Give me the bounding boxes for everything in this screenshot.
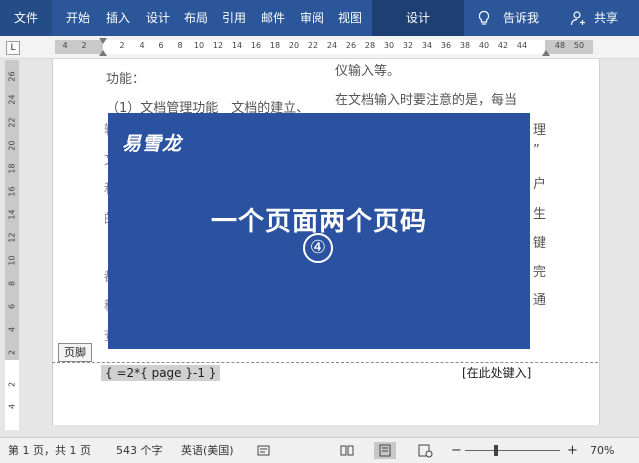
body-text-fragment[interactable]: 生 (533, 203, 546, 222)
status-bar: 第 1 页，共 1 页 543 个字 英语(美国) − + 70% (0, 437, 639, 463)
ruler-tick: 6 (158, 41, 164, 50)
ruler-tick: 32 (402, 41, 414, 50)
tab-layout[interactable]: 布局 (178, 0, 214, 36)
ruler-tick: 16 (250, 41, 262, 50)
ruler-tick: 20 (7, 140, 17, 151)
page-layout-icon (379, 444, 391, 457)
ruler-tick: 28 (364, 41, 376, 50)
footer-boundary (52, 362, 598, 363)
ruler-tick: 18 (269, 41, 281, 50)
body-text-line[interactable]: 功能： (106, 68, 145, 87)
body-text-fragment[interactable]: ” (533, 143, 540, 158)
ruler-tick: 12 (7, 232, 17, 243)
tab-header-footer-design[interactable]: 设计 (372, 0, 464, 36)
ruler-tick: 16 (7, 186, 17, 197)
tab-mailings[interactable]: 邮件 (255, 0, 291, 36)
body-text-fragment[interactable]: 完 (533, 261, 546, 280)
ruler-tick: 36 (440, 41, 452, 50)
ruler-tick: 4 (139, 41, 145, 50)
ruler-tick: 2 (7, 381, 17, 388)
body-text-fragment[interactable]: 通 (533, 289, 546, 308)
ruler-tick: 2 (7, 349, 17, 356)
ruler-tick: 14 (7, 209, 17, 220)
ruler-tick: 40 (478, 41, 490, 50)
tab-selector[interactable]: L (6, 41, 20, 55)
ruler-tick: 10 (7, 255, 17, 266)
ruler-tick: 2 (119, 41, 125, 50)
right-indent-marker[interactable] (542, 50, 550, 56)
step-number-badge: ④ (303, 233, 333, 263)
read-mode-view-button[interactable] (336, 442, 358, 459)
ruler-tick: 26 (7, 71, 17, 82)
zoom-out-button[interactable]: − (451, 438, 462, 463)
tab-insert[interactable]: 插入 (100, 0, 136, 36)
ruler-tick: 30 (383, 41, 395, 50)
horizontal-ruler[interactable]: 4 2 2 4 6 8 10 12 14 16 18 20 22 24 26 2… (55, 38, 593, 56)
ruler-tick: 18 (7, 163, 17, 174)
body-text-fragment[interactable]: 户 (533, 173, 546, 192)
ruler-tick: 4 (7, 403, 17, 410)
ruler-tick: 8 (177, 41, 183, 50)
ruler-tick: 34 (421, 41, 433, 50)
ruler-tick: 4 (62, 41, 68, 50)
ruler-tick: 12 (212, 41, 224, 50)
footer-label: 页脚 (58, 343, 92, 362)
web-layout-view-button[interactable] (414, 442, 436, 459)
ruler-tick: 4 (7, 326, 17, 333)
zoom-level[interactable]: 70% (590, 438, 614, 463)
ruler-tick: 26 (345, 41, 357, 50)
print-layout-view-button[interactable] (374, 442, 396, 459)
page-field-code[interactable]: { =2*{ page }-1 } (101, 365, 221, 381)
zoom-slider-track[interactable] (465, 450, 560, 451)
ruler-tick: 50 (573, 41, 585, 50)
ruler-tick: 8 (7, 280, 17, 287)
body-text-fragment[interactable]: 理 (533, 119, 546, 138)
first-line-indent-marker[interactable] (99, 38, 107, 44)
zoom-in-button[interactable]: + (567, 438, 578, 463)
footer-placeholder[interactable]: [在此处键入] (462, 364, 531, 381)
body-text-line[interactable]: 仪输入等。 (335, 60, 400, 79)
ruler-tick: 6 (7, 303, 17, 310)
tab-view[interactable]: 视图 (332, 0, 368, 36)
lightbulb-icon[interactable] (476, 10, 492, 26)
vertical-ruler[interactable]: 26 24 22 20 18 16 14 12 10 8 6 4 2 2 4 (5, 60, 19, 430)
share-button[interactable]: 共享 (588, 0, 624, 36)
title-overlay-panel: 易雪龙 一个页面两个页码 ④ (108, 113, 530, 349)
ruler-tick: 42 (497, 41, 509, 50)
tab-review[interactable]: 审阅 (294, 0, 330, 36)
word-count[interactable]: 543 个字 (116, 438, 163, 463)
ruler-tick: 2 (81, 41, 87, 50)
ribbon-tab-bar: 文件 开始 插入 设计 布局 引用 邮件 审阅 视图 设计 告诉我 共享 (0, 0, 639, 36)
ruler-bar: L 4 2 2 4 6 8 10 12 14 16 18 20 22 24 26… (0, 36, 639, 59)
zoom-slider-thumb[interactable] (494, 445, 498, 456)
ruler-tick: 38 (459, 41, 471, 50)
body-text-fragment[interactable]: 键 (533, 232, 546, 251)
ruler-tick: 20 (288, 41, 300, 50)
book-icon (340, 445, 354, 456)
web-layout-icon (418, 444, 433, 458)
tell-me-search[interactable]: 告诉我 (496, 0, 546, 36)
body-text-line[interactable]: 在文档输入时要注意的是，每当 (335, 89, 517, 108)
tab-home[interactable]: 开始 (60, 0, 96, 36)
tab-design[interactable]: 设计 (140, 0, 176, 36)
ruler-tick: 22 (7, 117, 17, 128)
tab-references[interactable]: 引用 (216, 0, 252, 36)
hanging-indent-marker[interactable] (99, 50, 107, 56)
page-count[interactable]: 第 1 页，共 1 页 (8, 438, 91, 463)
ruler-tick: 24 (326, 41, 338, 50)
ruler-tick: 22 (307, 41, 319, 50)
language-indicator[interactable]: 英语(美国) (181, 438, 234, 463)
ruler-tick: 44 (516, 41, 528, 50)
ruler-tick: 10 (193, 41, 205, 50)
brand-logo: 易雪龙 (122, 133, 183, 155)
macro-record-icon[interactable] (257, 444, 270, 457)
share-person-icon[interactable] (570, 10, 586, 26)
ruler-tick: 14 (231, 41, 243, 50)
ruler-tick: 48 (554, 41, 566, 50)
ruler-tick: 24 (7, 94, 17, 105)
tab-file[interactable]: 文件 (0, 0, 52, 36)
